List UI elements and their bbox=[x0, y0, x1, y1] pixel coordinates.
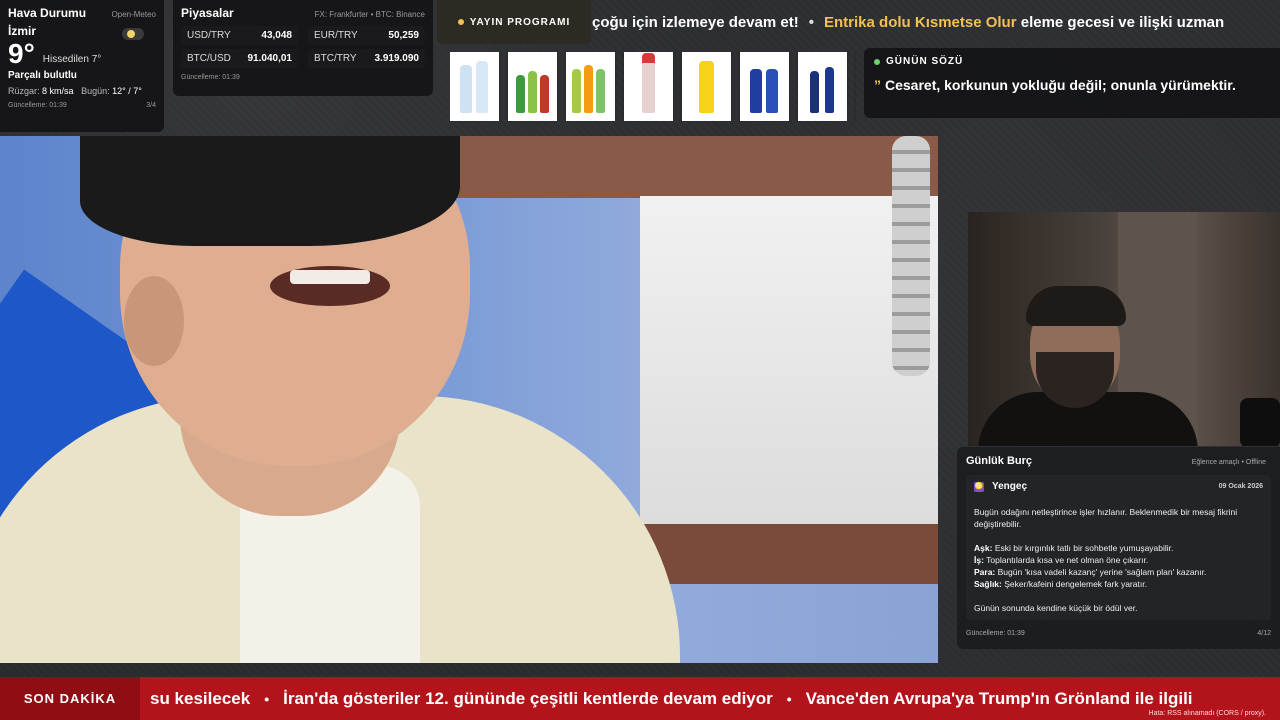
breaking-news-bar: su kesilecek • İran'da gösteriler 12. gü… bbox=[0, 677, 1280, 720]
streamer-webcam bbox=[968, 212, 1280, 446]
product-yellow-bottle-image bbox=[682, 52, 731, 121]
weather-updated: Güncelleme: 01:39 bbox=[8, 102, 67, 109]
quote-title: GÜNÜN SÖZÜ bbox=[886, 56, 964, 67]
weather-condition: Parçalı bulutlu bbox=[8, 70, 77, 81]
market-value: 3.919.090 bbox=[374, 53, 420, 64]
market-value: 50,259 bbox=[388, 30, 419, 41]
product-blue-bottles-image bbox=[798, 52, 847, 121]
ticker-item: eleme gecesi ve ilişki uzman bbox=[1020, 13, 1225, 31]
market-value: 43,048 bbox=[261, 30, 292, 41]
sponsor-product-strip bbox=[450, 52, 856, 122]
horoscope-page: 4/12 bbox=[1257, 630, 1271, 637]
quote-text: Cesaret, korkunun yokluğu değil; onunla … bbox=[885, 77, 1236, 93]
rss-error-message: Hata: RSS alınamadı (CORS / proxy). bbox=[1148, 710, 1266, 717]
horoscope-sign: Yengeç bbox=[992, 481, 1028, 492]
top-ticker: çoğu için izlemeye devam et! • Entrika d… bbox=[592, 0, 1280, 44]
wind-value: 8 km/sa bbox=[42, 86, 74, 96]
news-separator: • bbox=[786, 690, 792, 707]
love-label: Aşk: bbox=[974, 543, 993, 553]
markets-source: FX: Frankfurter • BTC: Binance bbox=[314, 10, 425, 19]
ticker-separator: • bbox=[808, 13, 815, 31]
market-value: 91.040,01 bbox=[247, 53, 293, 64]
product-blue-can-image bbox=[740, 52, 789, 121]
quote-mark-icon: ” bbox=[874, 77, 881, 93]
health-label: Sağlık: bbox=[974, 579, 1002, 589]
market-row: BTC/USD 91.040,01 bbox=[181, 49, 298, 68]
markets-updated: Güncelleme: 01:39 bbox=[181, 74, 240, 81]
market-symbol: BTC/USD bbox=[187, 53, 231, 64]
weather-source: Open-Meteo bbox=[111, 10, 156, 19]
horoscope-source: Eğlence amaçlı • Offline bbox=[1191, 459, 1266, 466]
wind-label: Rüzgar: bbox=[8, 86, 40, 96]
horoscope-closing: Günün sonunda kendine küçük bir ödül ver… bbox=[974, 603, 1138, 613]
horoscope-summary: Bugün odağını netleştirince işler hızlan… bbox=[974, 507, 1238, 529]
dot-icon bbox=[457, 19, 464, 25]
ticker-highlight: Entrika dolu Kısmetse Olur bbox=[824, 13, 1017, 31]
partly-cloudy-icon bbox=[122, 28, 144, 40]
market-row: EUR/TRY 50,259 bbox=[308, 26, 425, 45]
markets-widget: Piyasalar FX: Frankfurter • BTC: Binance… bbox=[173, 0, 433, 96]
money-text: Bugün 'kısa vadeli kazanç' yerine 'sağla… bbox=[997, 567, 1207, 577]
market-row: BTC/TRY 3.919.090 bbox=[308, 49, 425, 68]
market-symbol: USD/TRY bbox=[187, 30, 231, 41]
work-label: İş: bbox=[974, 555, 984, 565]
product-soda-bottles-image bbox=[508, 52, 557, 121]
product-water-bottles-image bbox=[450, 52, 499, 121]
news-separator: • bbox=[264, 690, 270, 707]
market-symbol: EUR/TRY bbox=[314, 30, 358, 41]
today-value: 12° / 7° bbox=[112, 86, 142, 96]
weather-page: 3/4 bbox=[146, 102, 156, 109]
work-text: Toplantılarda kısa ve net olman öne çıka… bbox=[986, 555, 1149, 565]
main-video-feed bbox=[0, 136, 938, 663]
today-label: Bugün: bbox=[81, 86, 110, 96]
health-text: Şeker/kafeini dengelemek fark yaratır. bbox=[1004, 579, 1147, 589]
love-text: Eski bir kırgınlık tatlı bir sohbetle yu… bbox=[994, 543, 1174, 553]
breaking-news-ticker: su kesilecek • İran'da gösteriler 12. gü… bbox=[150, 677, 1193, 720]
product-red-bottle-image bbox=[624, 52, 673, 121]
schedule-label: YAYIN PROGRAMI bbox=[469, 16, 571, 28]
news-item: Vance'den Avrupa'ya Trump'ın Grönland il… bbox=[805, 688, 1193, 708]
weather-widget: Hava Durumu Open-Meteo İzmir 9° Hissedil… bbox=[0, 0, 164, 132]
ticker-item: çoğu için izlemeye devam et! bbox=[592, 13, 799, 31]
weather-feels-like: Hissedilen 7° bbox=[42, 54, 102, 65]
horoscope-date: 09 Ocak 2026 bbox=[1218, 483, 1263, 490]
market-symbol: BTC/TRY bbox=[314, 53, 357, 64]
news-item: su kesilecek bbox=[150, 688, 251, 708]
market-row: USD/TRY 43,048 bbox=[181, 26, 298, 45]
horoscope-widget: Günlük Burç Eğlence amaçlı • Offline ♋ Ye… bbox=[957, 447, 1280, 649]
product-flavored-soda-image bbox=[566, 52, 615, 121]
horoscope-body: Bugün odağını netleştirince işler hızlan… bbox=[974, 506, 1263, 614]
breaking-news-label: SON DAKİKA bbox=[0, 677, 140, 720]
schedule-badge: YAYIN PROGRAMI bbox=[437, 0, 591, 44]
news-item: İran'da gösteriler 12. gününde çeşitli k… bbox=[283, 688, 773, 708]
weather-temperature: 9° bbox=[8, 38, 35, 69]
horoscope-updated: Güncelleme: 01:39 bbox=[966, 630, 1025, 637]
microphone-icon bbox=[1240, 398, 1280, 446]
dot-icon bbox=[874, 58, 880, 65]
cancer-sign-icon: ♋ bbox=[974, 481, 984, 492]
money-label: Para: bbox=[974, 567, 996, 577]
weather-stats: Rüzgar: 8 km/sa Bugün: 12° / 7° bbox=[8, 86, 156, 96]
quote-widget: GÜNÜN SÖZÜ ” Cesaret, korkunun yokluğu de… bbox=[864, 48, 1280, 118]
